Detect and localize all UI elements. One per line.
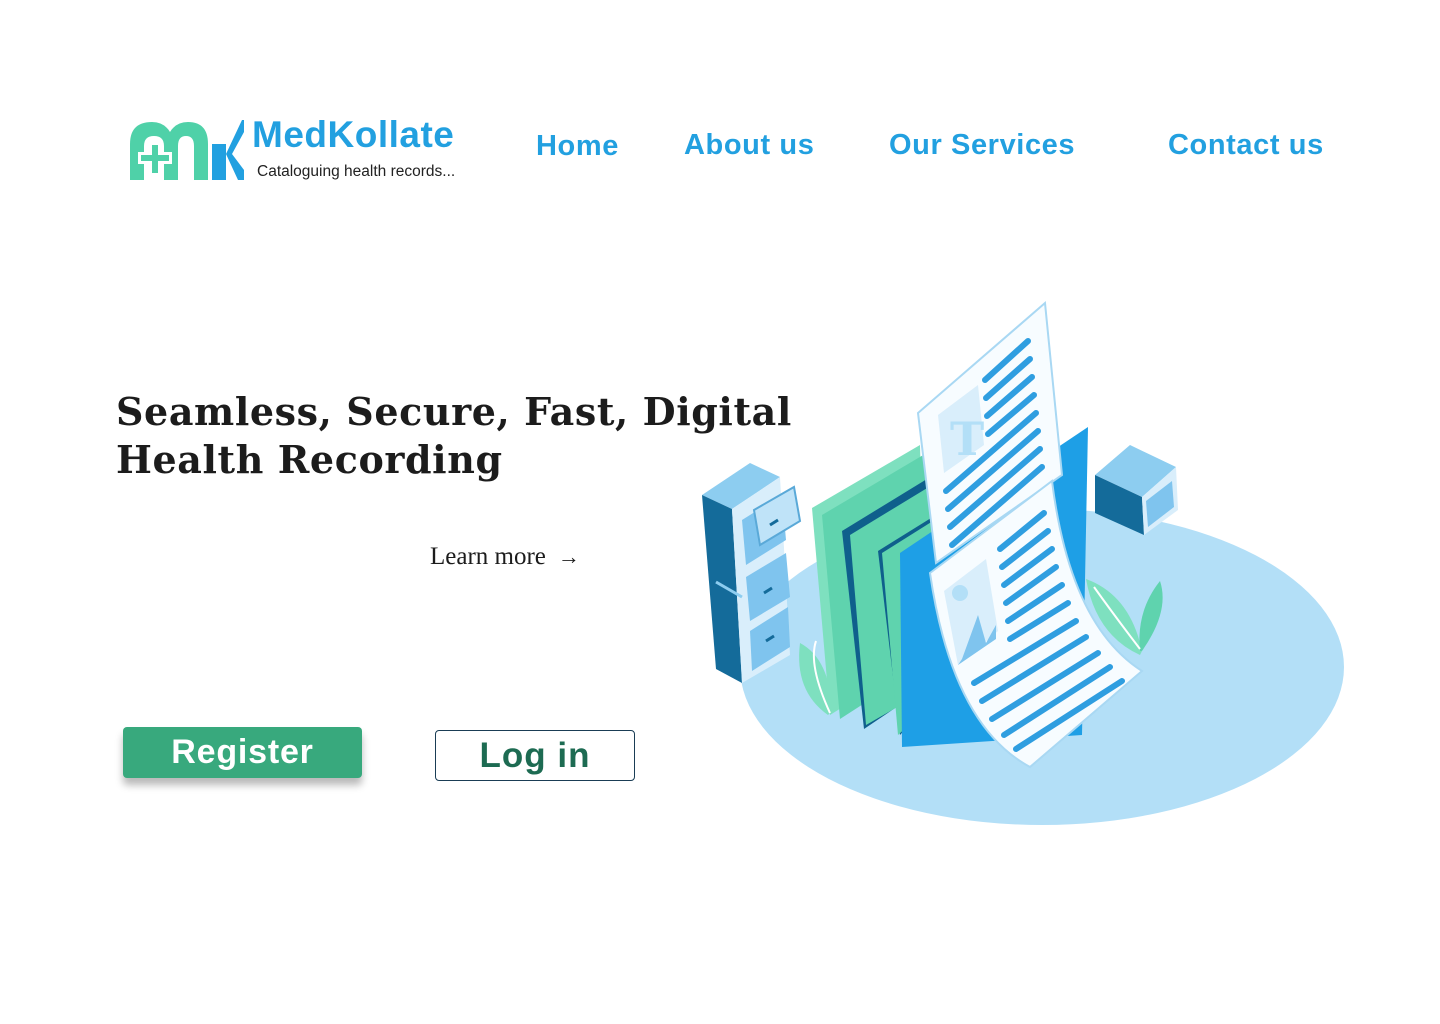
login-button[interactable]: Log in xyxy=(435,730,635,781)
brand-logo[interactable]: MedKollate Cataloguing health records... xyxy=(128,114,478,186)
nav-about-us[interactable]: About us xyxy=(684,127,814,163)
svg-text:T: T xyxy=(950,412,984,466)
brand-tagline: Cataloguing health records... xyxy=(257,163,456,180)
learn-more-link[interactable]: Learn more → xyxy=(430,541,580,573)
health-records-illustration: T xyxy=(702,300,1344,825)
mk-logo-icon xyxy=(130,120,244,180)
arrow-right-icon: → xyxy=(557,544,580,569)
brand-name: MedKollate xyxy=(252,114,455,155)
register-button[interactable]: Register xyxy=(123,727,362,778)
filing-cabinet-left-icon xyxy=(702,463,802,683)
nav-our-services[interactable]: Our Services xyxy=(889,127,1075,163)
hero-headline-line-2: Health Recording xyxy=(116,437,503,482)
learn-more-label: Learn more xyxy=(430,543,546,570)
nav-contact-us[interactable]: Contact us xyxy=(1168,127,1324,163)
nav-home[interactable]: Home xyxy=(536,128,619,164)
